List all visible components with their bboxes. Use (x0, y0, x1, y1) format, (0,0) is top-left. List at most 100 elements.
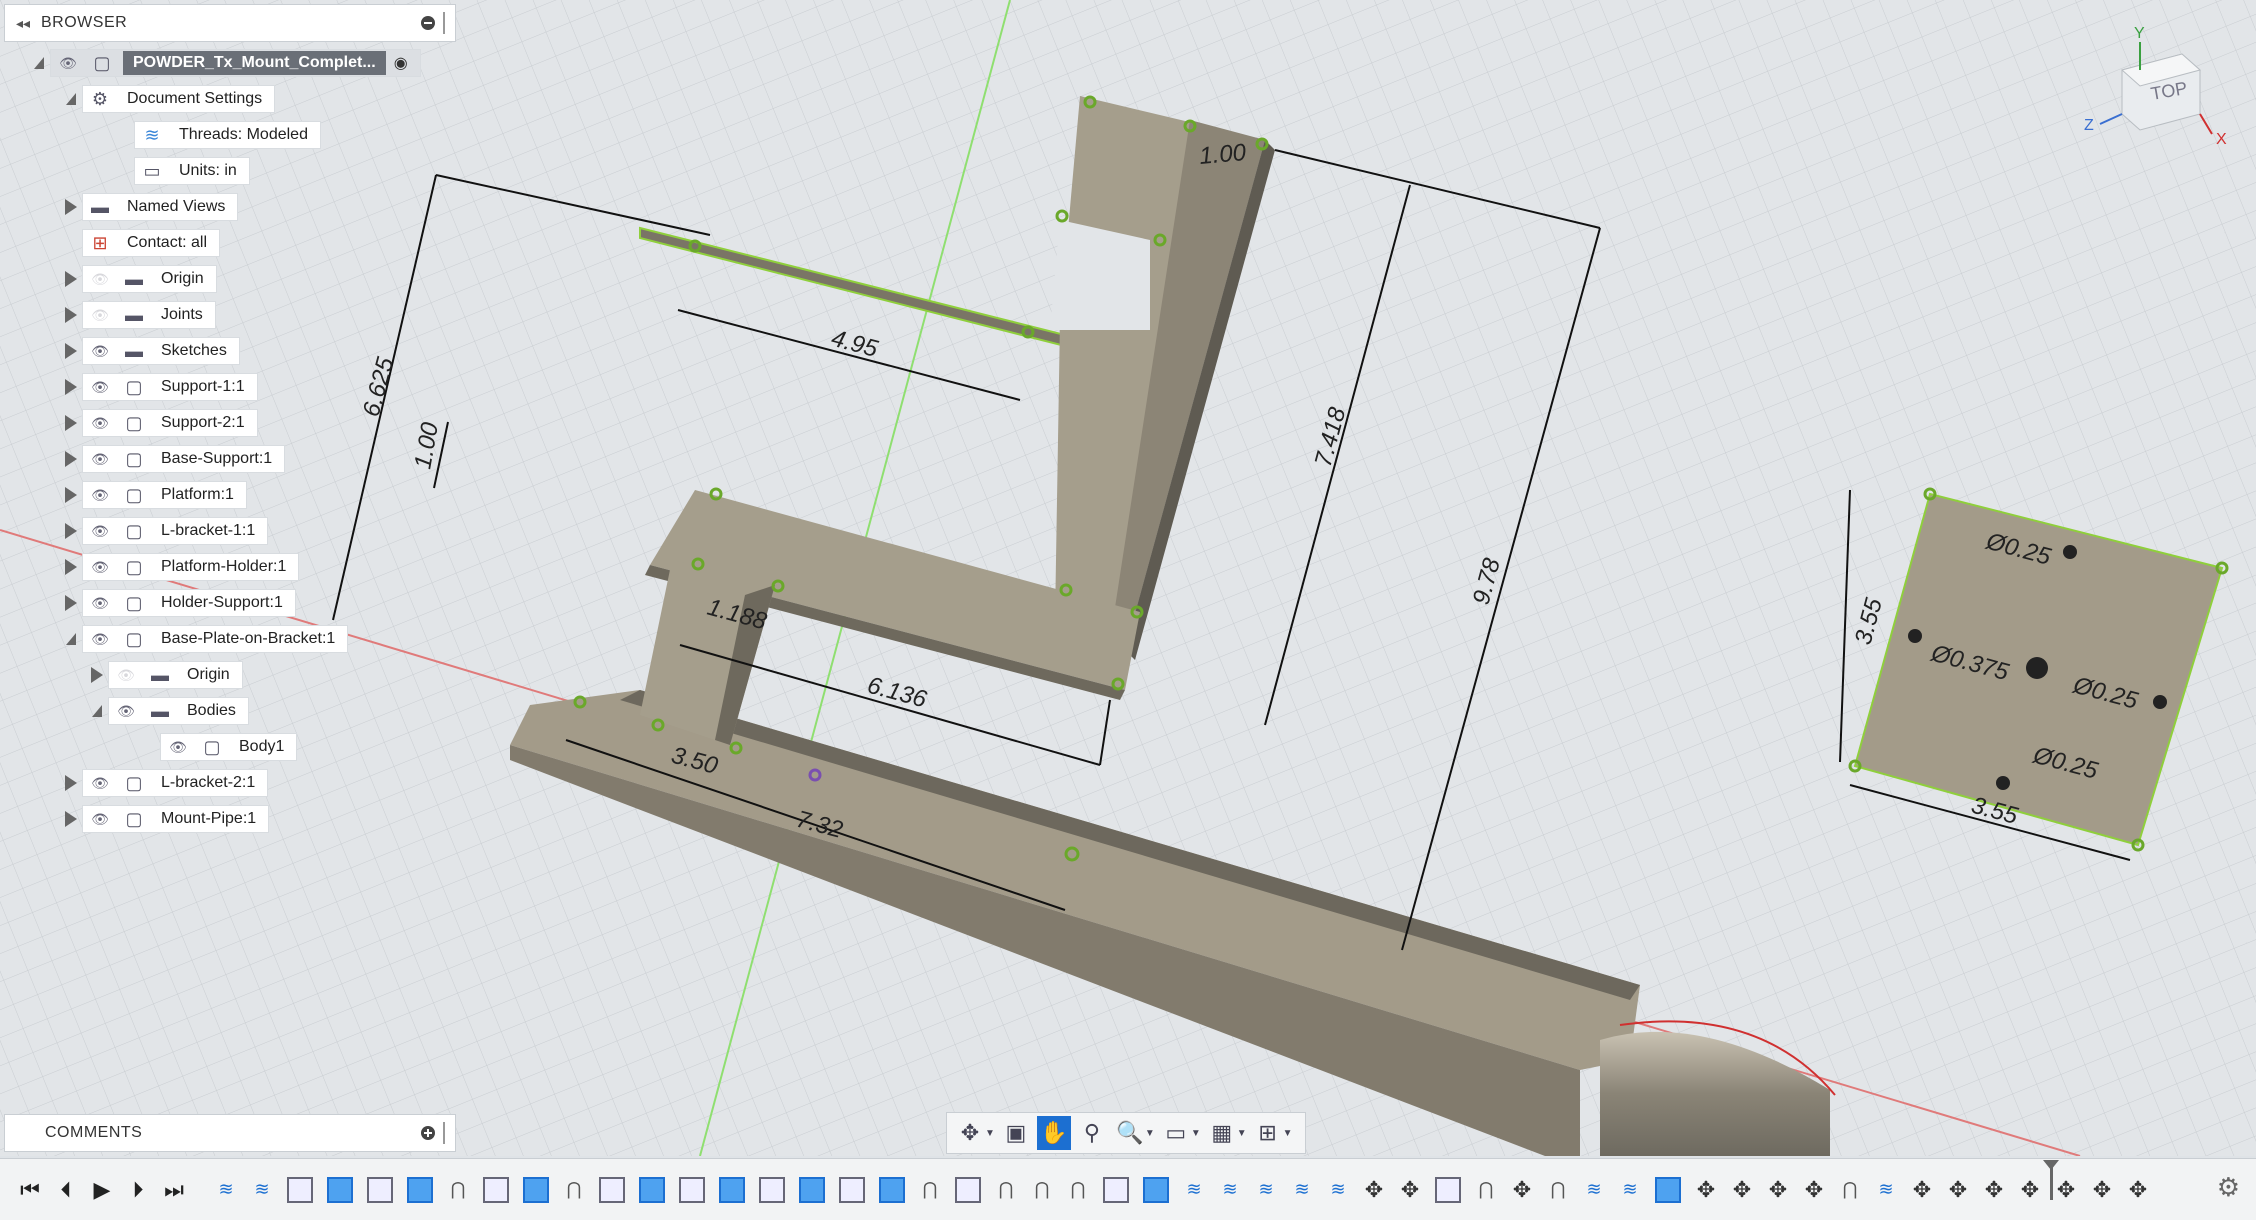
tree-node[interactable]: 👁 ▬ Joints (82, 301, 216, 329)
expand-triangle-icon[interactable] (60, 484, 82, 506)
go-to-start-icon[interactable]: ⏮ (12, 1170, 48, 1210)
tree-row[interactable]: 👁 ▢ Support-2:1 (60, 408, 258, 438)
tree-node[interactable]: 👁 ▢ Base-Plate-on-Bracket:1 (82, 625, 349, 653)
visibility-eye-icon[interactable]: 👁 (83, 518, 117, 544)
visibility-eye-icon[interactable]: 👁 (83, 626, 117, 652)
visibility-eye-icon[interactable]: 👁 (83, 266, 117, 292)
sketch-icon[interactable]: ≋ (1870, 1174, 1902, 1206)
extrude-icon[interactable] (287, 1176, 313, 1203)
collapse-triangle-icon[interactable] (60, 88, 82, 110)
sketch-icon[interactable]: ≋ (1578, 1174, 1610, 1206)
tree-row[interactable]: ▭ Units: in (112, 156, 250, 186)
tree-row[interactable]: ▬ Named Views (60, 192, 239, 222)
tree-node[interactable]: 👁 ▢ Body1 (160, 733, 298, 761)
chevron-down-icon[interactable]: ▼ (1237, 1128, 1247, 1139)
component-feature-icon[interactable] (639, 1176, 665, 1203)
zoom-icon[interactable]: ⚲ (1075, 1116, 1109, 1150)
tree-node[interactable]: 👁 ▢ L-bracket-1:1 (82, 517, 269, 545)
tree-row[interactable]: 👁 ▢ L-bracket-1:1 (60, 516, 269, 546)
tree-node[interactable]: 👁 ▢ Platform-Holder:1 (82, 553, 300, 581)
component-feature-icon[interactable] (327, 1176, 353, 1203)
tree-node[interactable]: 👁 ▬ Origin (108, 661, 243, 689)
tree-row[interactable]: 👁 ▬ Bodies (86, 696, 249, 726)
expand-triangle-icon[interactable] (60, 340, 82, 362)
move-icon[interactable]: ✥ (1942, 1174, 1974, 1206)
move-icon[interactable]: ✥ (2050, 1174, 2082, 1206)
joint-icon[interactable]: ⋂ (558, 1174, 590, 1206)
move-icon[interactable]: ✥ (1506, 1174, 1538, 1206)
tree-row[interactable]: 👁 ▢ Holder-Support:1 (60, 588, 296, 618)
move-icon[interactable]: ✥ (1394, 1174, 1426, 1206)
joint-icon[interactable]: ⋂ (442, 1174, 474, 1206)
visibility-eye-icon[interactable]: 👁 (83, 446, 117, 472)
tree-row[interactable]: 👁 ▢ Platform:1 (60, 480, 247, 510)
sketch-icon[interactable]: ≋ (210, 1174, 242, 1206)
tree-node[interactable]: ⚙ Document Settings (82, 85, 276, 113)
component-feature-icon[interactable] (1143, 1176, 1169, 1203)
move-icon[interactable]: ✥ (1906, 1174, 1938, 1206)
sketch-icon[interactable]: ≋ (1322, 1174, 1354, 1206)
step-forward-icon[interactable]: ⏵ (120, 1170, 156, 1210)
tree-node[interactable]: 👁 ▢ Base-Support:1 (82, 445, 286, 473)
visibility-eye-icon[interactable]: 👁 (83, 410, 117, 436)
tree-node[interactable]: ▬ Named Views (82, 193, 239, 221)
double-chevron-left-icon[interactable]: ◂◂ (5, 15, 41, 32)
extrude-icon[interactable] (483, 1176, 509, 1203)
joint-icon[interactable]: ⋂ (1470, 1174, 1502, 1206)
sketch-icon[interactable]: ≋ (1614, 1174, 1646, 1206)
tree-row[interactable]: 👁 ▢ POWDER_Tx_Mount_Complet... ◉ (28, 48, 421, 78)
component-feature-icon[interactable] (879, 1176, 905, 1203)
tree-row[interactable]: 👁 ▢ Mount-Pipe:1 (60, 804, 270, 834)
play-icon[interactable]: ▶ (84, 1170, 120, 1210)
sketch-icon[interactable]: ≋ (246, 1174, 278, 1206)
tree-node[interactable]: 👁 ▢ Holder-Support:1 (82, 589, 296, 617)
extrude-icon[interactable] (367, 1176, 393, 1203)
move-icon[interactable]: ✥ (2014, 1174, 2046, 1206)
tree-node[interactable]: 👁 ▢ Support-1:1 (82, 373, 258, 401)
timeline-marker[interactable] (2043, 1160, 2059, 1200)
sketch-icon[interactable]: ≋ (1286, 1174, 1318, 1206)
move-icon[interactable]: ✥ (2122, 1174, 2154, 1206)
component-feature-icon[interactable] (523, 1176, 549, 1203)
expand-triangle-icon[interactable] (60, 772, 82, 794)
viewcube[interactable]: TOP Z X Y (2082, 22, 2232, 152)
tree-row[interactable]: 👁 ▢ L-bracket-2:1 (60, 768, 269, 798)
add-comment-icon[interactable] (421, 1126, 435, 1140)
component-feature-icon[interactable] (1655, 1176, 1681, 1203)
tree-node[interactable]: ≋ Threads: Modeled (134, 121, 321, 149)
tree-row[interactable]: 👁 ▬ Origin (86, 660, 243, 690)
tree-node[interactable]: 👁 ▬ Bodies (108, 697, 249, 725)
visibility-eye-icon[interactable]: 👁 (109, 698, 143, 724)
chevron-down-icon[interactable]: ▼ (1283, 1128, 1293, 1139)
tree-row[interactable]: 👁 ▢ Support-1:1 (60, 372, 258, 402)
joint-icon[interactable]: ⋂ (1026, 1174, 1058, 1206)
extrude-icon[interactable] (679, 1176, 705, 1203)
move-icon[interactable]: ✥ (1762, 1174, 1794, 1206)
tree-row[interactable]: ⊞ Contact: all (60, 228, 221, 258)
joint-icon[interactable]: ⋂ (1062, 1174, 1094, 1206)
viewports-icon[interactable]: ⊞ (1251, 1116, 1285, 1150)
tree-row[interactable]: 👁 ▬ Sketches (60, 336, 240, 366)
expand-triangle-icon[interactable] (60, 520, 82, 542)
expand-triangle-icon[interactable] (60, 556, 82, 578)
chevron-down-icon[interactable]: ▼ (1191, 1128, 1201, 1139)
tree-row[interactable]: 👁 ▢ Body1 (138, 732, 298, 762)
extrude-icon[interactable] (839, 1176, 865, 1203)
chevron-down-icon[interactable]: ▼ (1145, 1128, 1155, 1139)
expand-triangle-icon[interactable] (60, 376, 82, 398)
tree-node[interactable]: 👁 ▢ Support-2:1 (82, 409, 258, 437)
move-icon[interactable]: ✥ (1798, 1174, 1830, 1206)
expand-triangle-icon[interactable] (60, 448, 82, 470)
orbit-icon[interactable]: ✥ (953, 1116, 987, 1150)
visibility-eye-icon[interactable]: 👁 (83, 554, 117, 580)
expand-triangle-icon[interactable] (60, 304, 82, 326)
joint-icon[interactable]: ⋂ (1834, 1174, 1866, 1206)
move-icon[interactable]: ✥ (1358, 1174, 1390, 1206)
visibility-eye-icon[interactable]: 👁 (83, 770, 117, 796)
tree-node[interactable]: 👁 ▬ Origin (82, 265, 217, 293)
expand-triangle-icon[interactable] (60, 412, 82, 434)
collapse-triangle-icon[interactable] (60, 628, 82, 650)
tree-node[interactable]: 👁 ▢ Platform:1 (82, 481, 247, 509)
display-settings-icon[interactable]: ▭ (1159, 1116, 1193, 1150)
collapse-triangle-icon[interactable] (86, 700, 108, 722)
